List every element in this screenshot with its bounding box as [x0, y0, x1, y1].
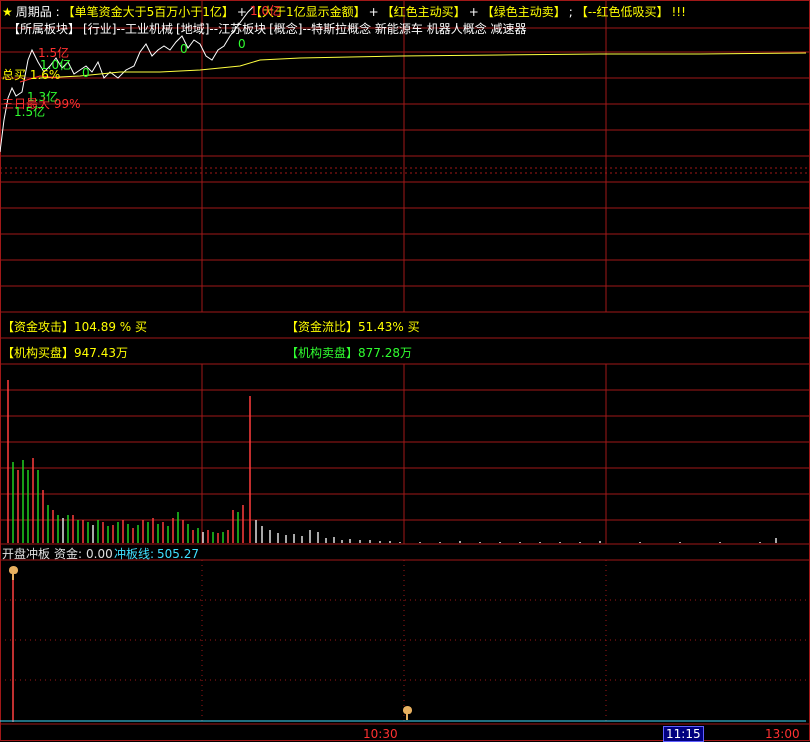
- header-line-1: ★ 周期品 : 【单笔资金大于5百万小于1亿】 + 【大于1亿显示金额】 + 【红色主动买】…: [2, 5, 689, 19]
- fund-value: 0.00: [86, 547, 113, 561]
- header-2-segment: [地域]--江苏板块: [176, 22, 267, 36]
- limit-line-label: 冲板线:: [114, 547, 155, 561]
- header-2-segment: [行业]--工业机械: [83, 22, 174, 36]
- panel-title: 开盘冲板: [2, 547, 51, 561]
- time-tick-1300: 13:00: [765, 727, 800, 741]
- annotation-10: 1.0亿: [250, 4, 282, 18]
- capital-flow-label: 【资金流比】: [286, 320, 359, 334]
- header-1-segment: 【单笔资金大于5百万小于1亿】: [62, 5, 234, 19]
- header-1-segment: +: [236, 5, 247, 19]
- annotation-6: 1.5亿: [14, 105, 46, 119]
- institution-buy-label: 【机构买盘】: [2, 346, 75, 360]
- time-tick-1030: 10:30: [363, 727, 398, 741]
- capital-flow-value: 51.43% 买: [358, 320, 420, 334]
- annotation-9: 0: [238, 37, 246, 51]
- institution-sell-value: 877.28万: [358, 346, 412, 360]
- header-2-segment: 【所属板块】: [8, 22, 81, 36]
- header-1-segment: 周期品 :: [15, 5, 60, 19]
- institution-buy-value: 947.43万: [74, 346, 128, 360]
- header-1-segment: !!!: [671, 5, 686, 19]
- institution-sell-label: 【机构卖盘】: [286, 346, 359, 360]
- header-1-segment: 【绿色主动卖】: [481, 5, 566, 19]
- annotation-8: 0: [180, 42, 188, 56]
- annotation-7: 0: [82, 66, 90, 80]
- capital-attack-label: 【资金攻击】: [2, 320, 75, 334]
- limit-line-value: 505.27: [157, 547, 199, 561]
- fund-label: 资金:: [54, 547, 83, 561]
- signal-marker-icon[interactable]: [7, 566, 19, 580]
- header-line-2: 【所属板块】 [行业]--工业机械 [地域]--江苏板块 [概念]--特斯拉概念 新能…: [8, 22, 530, 36]
- header-2-segment: [概念]--特斯拉概念 新能源车 机器人概念 减速器: [269, 22, 527, 36]
- header-1-segment: ★: [2, 5, 13, 19]
- header-1-segment: +: [368, 5, 379, 19]
- header-1-segment: 【--红色低吸买】: [575, 5, 669, 19]
- annotation-3: 总买 1.6%: [2, 68, 61, 82]
- capital-attack-value: 104.89 % 买: [74, 320, 148, 334]
- header-1-segment: ;: [568, 5, 573, 19]
- signal-marker-icon[interactable]: [401, 706, 413, 720]
- header-1-segment: +: [468, 5, 479, 19]
- time-tick-1115[interactable]: 11:15: [663, 726, 704, 742]
- open-limit-panel[interactable]: [0, 0, 810, 741]
- header-1-segment: 【红色主动买】: [381, 5, 466, 19]
